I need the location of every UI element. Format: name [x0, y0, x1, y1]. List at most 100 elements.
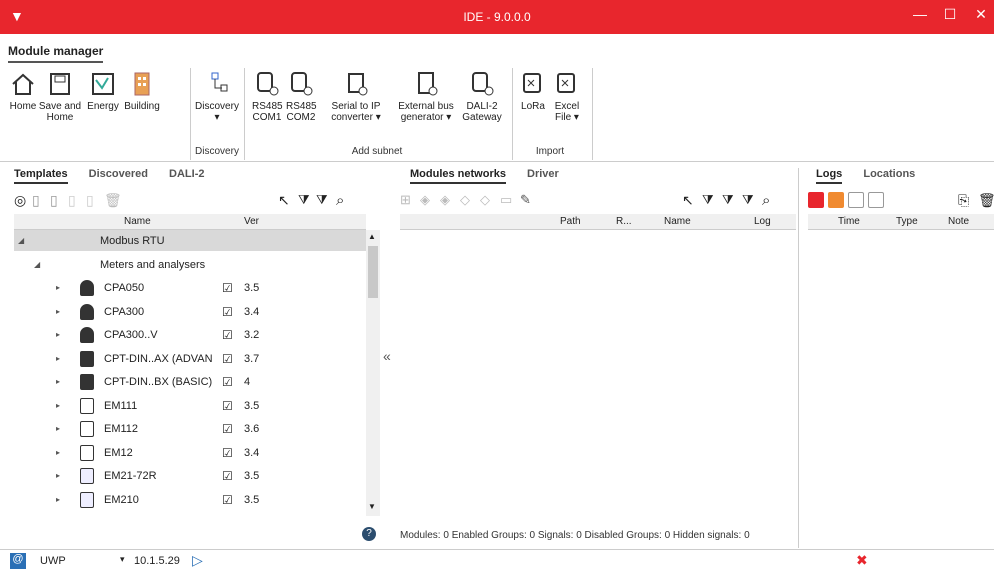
- filter-icon[interactable]: ⧩: [722, 192, 734, 208]
- search-icon[interactable]: ⌕: [336, 192, 344, 209]
- module-action-icon[interactable]: ◇: [460, 192, 470, 208]
- log-info-icon[interactable]: [848, 192, 864, 208]
- column-header-path[interactable]: Path: [560, 216, 581, 227]
- module-action-icon[interactable]: ▭: [500, 192, 512, 208]
- expand-toggle-icon[interactable]: ▸: [56, 307, 60, 316]
- expand-toggle-icon[interactable]: ▸: [56, 424, 60, 433]
- column-header-name[interactable]: Name: [124, 216, 151, 227]
- tree-row[interactable]: ◢ Meters and analysers: [14, 254, 364, 277]
- log-red-icon[interactable]: [808, 192, 824, 208]
- energy-button[interactable]: Energy: [86, 70, 120, 112]
- expand-toggle-icon[interactable]: ▸: [56, 401, 60, 410]
- tab-dali2[interactable]: DALI-2: [169, 168, 204, 180]
- save-and-home-button[interactable]: Save and Home: [38, 70, 82, 123]
- left-scrollbar[interactable]: ▲ ▼: [366, 230, 380, 516]
- column-header-name[interactable]: Name: [664, 216, 691, 227]
- expand-toggle-icon[interactable]: ▸: [56, 377, 60, 386]
- tab-locations[interactable]: Locations: [863, 168, 915, 180]
- scroll-down-icon[interactable]: ▼: [368, 502, 376, 511]
- search-icon[interactable]: ⌕: [762, 192, 770, 209]
- discovery-button[interactable]: Discovery ▾: [192, 70, 242, 123]
- add-module-icon[interactable]: ⊞: [400, 192, 411, 208]
- expand-toggle-icon[interactable]: ▸: [56, 471, 60, 480]
- expand-toggle-icon[interactable]: ▸: [56, 283, 60, 292]
- filter-icon[interactable]: ⧩: [298, 192, 310, 208]
- filter-next-icon[interactable]: ⧩: [316, 192, 328, 208]
- column-header-r[interactable]: R...: [616, 216, 632, 227]
- copy-log-icon[interactable]: ⎘: [958, 192, 969, 209]
- close-button[interactable]: ✕: [966, 6, 994, 23]
- column-header-note[interactable]: Note: [948, 216, 969, 227]
- expand-toggle-icon[interactable]: ▸: [56, 495, 60, 504]
- verified-check-icon: ☑: [222, 398, 233, 413]
- maximize-button[interactable]: ☐: [935, 6, 965, 23]
- column-header-time[interactable]: Time: [838, 216, 860, 227]
- expand-toggle-icon[interactable]: ▸: [56, 448, 60, 457]
- target-icon[interactable]: ◎: [14, 192, 26, 209]
- rs485-com1-button[interactable]: RS485 COM1: [252, 70, 283, 123]
- verified-check-icon: ☑: [222, 375, 233, 389]
- expand-toggle-icon[interactable]: ◢: [34, 260, 40, 269]
- help-icon[interactable]: ?: [362, 527, 376, 541]
- collapse-panel-icon[interactable]: «: [383, 348, 391, 364]
- excel-file-button[interactable]: Excel File ▾: [552, 70, 582, 123]
- tree-row[interactable]: ▸ EM210 ☑ 3.5: [14, 489, 364, 512]
- external-bus-generator-button[interactable]: External bus generator ▾: [394, 70, 458, 123]
- copy-template-icon[interactable]: ▯: [50, 192, 58, 209]
- tree-row[interactable]: ▸ CPA050 ☑ 3.5: [14, 277, 364, 300]
- tree-row[interactable]: ◢ Modbus RTU: [14, 230, 364, 253]
- rs485-com2-button[interactable]: RS485 COM2: [286, 70, 317, 123]
- serial-to-ip-button[interactable]: Serial to IP converter ▾: [320, 70, 392, 123]
- tab-modules-networks[interactable]: Modules networks: [410, 168, 506, 184]
- delete-icon[interactable]: 🗑: [104, 192, 122, 209]
- verified-check-icon: ☑: [222, 304, 233, 319]
- tree-row[interactable]: ▸ EM112 ☑ 3.6: [14, 418, 364, 441]
- chevron-down-icon[interactable]: ▾: [120, 554, 125, 565]
- tab-discovered[interactable]: Discovered: [89, 168, 148, 180]
- module-action-icon[interactable]: ◈: [420, 192, 430, 208]
- column-header-type[interactable]: Type: [896, 216, 918, 227]
- tab-logs[interactable]: Logs: [816, 168, 843, 184]
- tab-templates[interactable]: Templates: [14, 168, 68, 184]
- delete-icon[interactable]: 🗑: [978, 192, 994, 209]
- edit-icon[interactable]: ✎: [520, 192, 531, 208]
- tree-row-name: EM21-72R: [104, 470, 157, 482]
- save-icon: [50, 73, 70, 95]
- tree-row[interactable]: ▸ CPA300 ☑ 3.4: [14, 301, 364, 324]
- tree-row[interactable]: ▸ CPA300..V ☑ 3.2: [14, 324, 364, 347]
- column-header-log[interactable]: Log: [754, 216, 771, 227]
- slim-meter-icon: [80, 444, 94, 461]
- tab-driver[interactable]: Driver: [527, 168, 559, 180]
- ip-address[interactable]: 10.1.5.29: [134, 555, 180, 567]
- filter-icon[interactable]: ⧩: [702, 192, 714, 208]
- tree-row[interactable]: ▸ CPT-DIN..BX (BASIC) ☑ 4: [14, 371, 364, 394]
- module-action-icon[interactable]: ◈: [440, 192, 450, 208]
- minimize-button[interactable]: —: [905, 6, 935, 22]
- ribbon-tab-module-manager[interactable]: Module manager: [8, 44, 104, 63]
- connect-play-icon[interactable]: ▷: [192, 552, 203, 569]
- expand-toggle-icon[interactable]: ▸: [56, 330, 60, 339]
- scroll-thumb[interactable]: [368, 246, 378, 298]
- paste-template-icon[interactable]: ▯: [86, 192, 94, 209]
- tree-row[interactable]: ▸ EM12 ☑ 3.4: [14, 442, 364, 465]
- tree-row[interactable]: ▸ EM111 ☑ 3.5: [14, 395, 364, 418]
- filter-next-icon[interactable]: ⧩: [742, 192, 754, 208]
- tree-row[interactable]: ▸ EM21-72R ☑ 3.5: [14, 465, 364, 488]
- tree-row[interactable]: ▸ CPT-DIN..AX (ADVAN ☑ 3.7: [14, 348, 364, 371]
- home-button[interactable]: Home: [8, 70, 38, 112]
- tree-row-version: 3.4: [244, 305, 260, 318]
- expand-toggle-icon[interactable]: ▸: [56, 354, 60, 363]
- scroll-up-icon[interactable]: ▲: [368, 232, 376, 241]
- add-template-icon[interactable]: ▯: [32, 192, 40, 209]
- log-debug-icon[interactable]: [868, 192, 884, 208]
- building-button[interactable]: Building: [122, 70, 162, 112]
- module-action-icon[interactable]: ◇: [480, 192, 490, 208]
- column-header-ver[interactable]: Ver: [244, 216, 259, 227]
- pointer-icon[interactable]: ↖: [278, 192, 290, 209]
- log-orange-icon[interactable]: [828, 192, 844, 208]
- edit-template-icon[interactable]: ▯: [68, 192, 76, 209]
- dali2-gateway-button[interactable]: DALI-2 Gateway: [460, 70, 504, 123]
- pointer-icon[interactable]: ↖: [682, 192, 694, 209]
- expand-toggle-icon[interactable]: ◢: [18, 236, 24, 245]
- lora-button[interactable]: LoRa: [518, 70, 548, 112]
